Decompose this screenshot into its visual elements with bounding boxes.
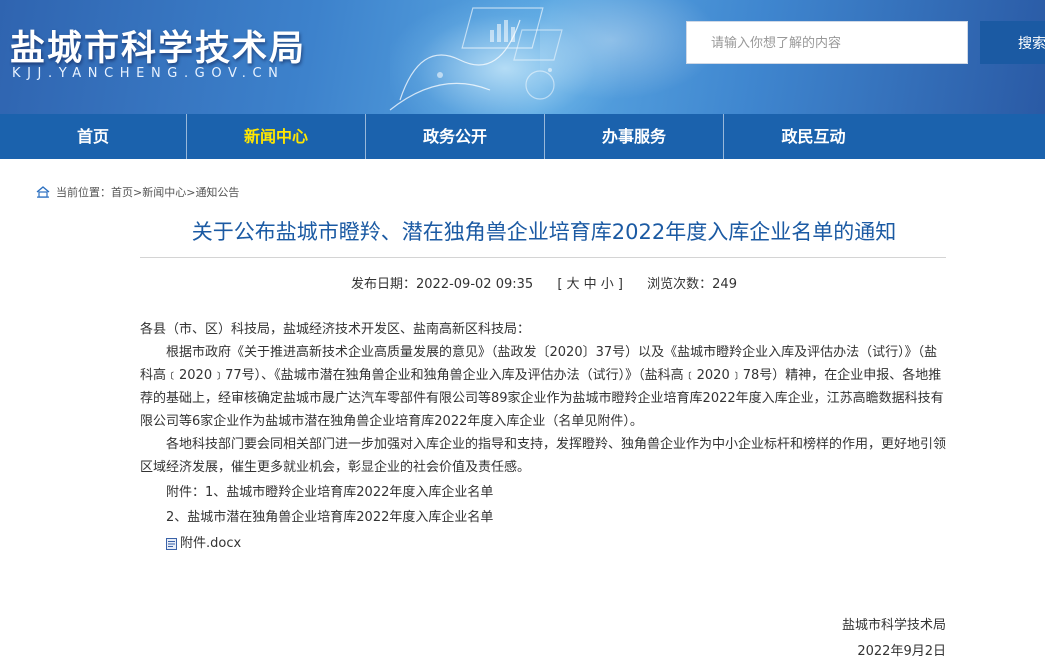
font-size-control[interactable]: [ 大 中 小 ] (557, 277, 623, 292)
breadcrumb: 当前位置： 首页 > 新闻中心 > 通知公告 (36, 184, 239, 200)
body-paragraph: 各地科技部门要会同相关部门进一步加强对入库企业的指导和支持，发挥瞪羚、独角兽企业… (140, 437, 947, 475)
breadcrumb-home[interactable]: 首页 (111, 184, 133, 200)
home-icon (36, 186, 50, 198)
search-input[interactable] (686, 21, 968, 64)
title-divider (140, 257, 946, 258)
site-title: 盐城市科学技术局 (10, 29, 307, 69)
nav-item-news-center[interactable]: 新闻中心 (187, 114, 366, 159)
nav-item-services[interactable]: 办事服务 (545, 114, 724, 159)
breadcrumb-notices[interactable]: 通知公告 (195, 184, 239, 200)
breadcrumb-prefix: 当前位置： (56, 186, 111, 199)
publish-date-label: 发布日期： (351, 277, 417, 292)
main-nav: 首页 新闻中心 政务公开 办事服务 政民互动 (0, 114, 1045, 159)
document-icon (166, 537, 177, 550)
breadcrumb-news-center[interactable]: 新闻中心 (142, 184, 186, 200)
attachment-list-item: 附件：1、盐城市瞪羚企业培育库2022年度入库企业名单 (166, 485, 494, 500)
publish-date: 2022-09-02 09:35 (416, 277, 534, 292)
article-meta: 发布日期：2022-09-02 09:35 [ 大 中 小 ] 浏览次数：249 (140, 273, 948, 292)
site-header: 盐城市科学技术局 KJJ.YANCHENG.GOV.CN 搜索 (0, 0, 1045, 114)
search-button[interactable]: 搜索 (980, 21, 1045, 64)
signature-date: 2022年9月2日 (857, 644, 946, 659)
nav-item-home[interactable]: 首页 (0, 114, 187, 159)
article-body: 各县（市、区）科技局，盐城经济技术开发区、盐南高新区科技局： 根据市政府《关于推… (140, 318, 948, 555)
breadcrumb-separator: > (186, 185, 196, 199)
nav-item-interaction[interactable]: 政民互动 (724, 114, 903, 159)
breadcrumb-separator: > (133, 185, 143, 199)
article-title: 关于公布盐城市瞪羚、潜在独角兽企业培育库2022年度入库企业名单的通知 (191, 220, 897, 244)
attachment-filename: 附件.docx (180, 536, 242, 551)
salutation: 各县（市、区）科技局，盐城经济技术开发区、盐南高新区科技局： (140, 322, 531, 337)
nav-item-government-affairs[interactable]: 政务公开 (366, 114, 545, 159)
attachment-link[interactable]: 附件.docx (166, 532, 948, 555)
signature-block: 盐城市科学技术局 2022年9月2日 (842, 613, 946, 665)
body-paragraph: 根据市政府《关于推进高新技术企业高质量发展的意见》（盐政发〔2020〕37号）以… (140, 345, 944, 429)
site-domain: KJJ.YANCHENG.GOV.CN (12, 66, 285, 81)
attachment-list-item: 2、盐城市潜在独角兽企业培育库2022年度入库企业名单 (166, 510, 494, 525)
view-count: 249 (712, 277, 737, 292)
signature-org: 盐城市科学技术局 (841, 618, 946, 633)
view-count-label: 浏览次数： (647, 277, 713, 292)
tech-decoration-graphic (389, 7, 563, 111)
